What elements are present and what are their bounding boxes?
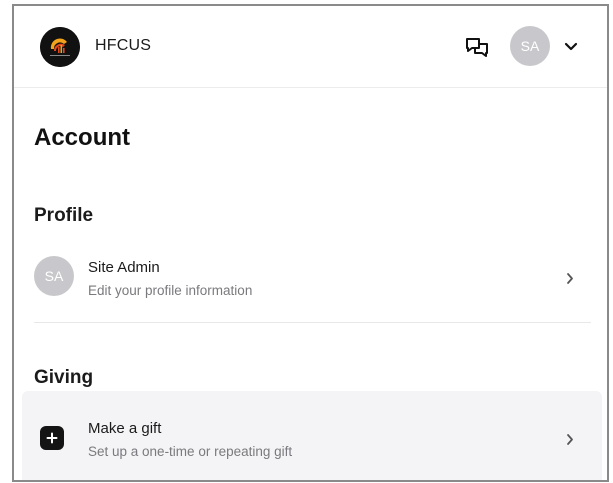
- make-a-gift-description: Set up a one-time or repeating gift: [88, 444, 293, 459]
- church-logo-icon[interactable]: [40, 27, 80, 67]
- avatar: SA: [34, 256, 74, 296]
- giving-section-title: Giving: [34, 367, 94, 388]
- make-a-gift-label: Make a gift: [88, 420, 162, 437]
- page-title: Account: [34, 124, 130, 151]
- profile-section-title: Profile: [34, 205, 94, 226]
- chevron-right-icon: [564, 432, 576, 446]
- plus-icon: [40, 426, 64, 450]
- user-avatar-button[interactable]: SA: [510, 26, 550, 66]
- section-divider: [34, 322, 591, 323]
- top-bar: HFCUS SA: [14, 6, 607, 88]
- chat-bubbles-icon[interactable]: [463, 35, 491, 61]
- profile-description: Edit your profile information: [88, 283, 253, 298]
- profile-row[interactable]: SA Site Admin Edit your profile informat…: [22, 240, 602, 308]
- chevron-down-icon[interactable]: [563, 38, 579, 54]
- profile-name: Site Admin: [88, 259, 160, 276]
- account-page: HFCUS SA Account Profile SA Site Admin E…: [12, 4, 609, 482]
- avatar-initials: SA: [44, 268, 64, 284]
- org-name[interactable]: HFCUS: [95, 37, 151, 55]
- chevron-right-icon: [564, 271, 576, 285]
- user-initials: SA: [520, 38, 540, 54]
- make-a-gift-row[interactable]: Make a gift Set up a one-time or repeati…: [22, 391, 602, 480]
